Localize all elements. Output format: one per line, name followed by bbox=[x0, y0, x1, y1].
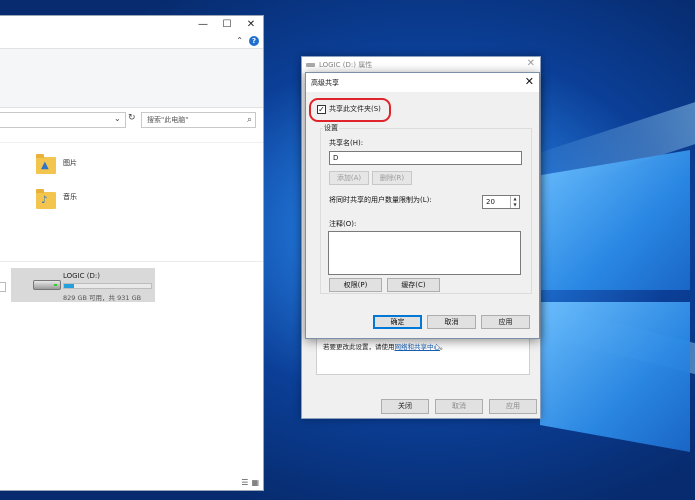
spin-down-icon[interactable]: ▼ bbox=[511, 202, 519, 208]
share-name-label: 共享名(H): bbox=[329, 139, 364, 147]
refresh-icon[interactable]: ↻ bbox=[128, 113, 136, 123]
spinner-buttons: ▲ ▼ bbox=[510, 196, 519, 208]
minimize-button[interactable]: — bbox=[191, 19, 215, 30]
user-limit-spinner[interactable]: 20 ▲ ▼ bbox=[482, 195, 520, 209]
drive-tile-logic[interactable]: LOGIC (D:) 829 GB 可用，共 931 GB bbox=[11, 268, 155, 302]
file-explorer-window: — ☐ ✕ ⌃ ? ⌄ ↻ 搜索"此电脑" ⌕ ▲ 图片 ♪ 音乐 LOGIC … bbox=[0, 15, 264, 491]
search-input[interactable]: 搜索"此电脑" ⌕ bbox=[141, 112, 256, 128]
hint-suffix: 。 bbox=[440, 343, 447, 351]
cancel-button[interactable]: 取消 bbox=[427, 315, 476, 329]
hard-drive-icon bbox=[33, 280, 61, 290]
close-icon[interactable]: ✕ bbox=[527, 58, 535, 69]
chevron-up-icon[interactable]: ⌃ bbox=[236, 36, 243, 45]
ok-button[interactable]: 确定 bbox=[373, 315, 422, 329]
tiles-view-icon[interactable]: ▦ bbox=[251, 478, 259, 487]
address-bar[interactable]: ⌄ bbox=[0, 112, 126, 128]
section-divider bbox=[0, 261, 263, 262]
settings-group-label: 设置 bbox=[323, 123, 339, 133]
add-button[interactable]: 添加(A) bbox=[329, 171, 369, 185]
apply-button[interactable]: 应用 bbox=[481, 315, 530, 329]
user-limit-value[interactable]: 20 bbox=[486, 196, 495, 208]
comment-field[interactable] bbox=[328, 231, 521, 275]
permissions-button[interactable]: 权限(P) bbox=[329, 278, 382, 292]
share-folder-checkbox-row[interactable]: ✓ 共享此文件夹(S) bbox=[317, 104, 381, 114]
drive-free-space: 829 GB 可用，共 931 GB bbox=[63, 294, 142, 302]
advanced-sharing-dialog: 高级共享 ✕ ✓ 共享此文件夹(S) 设置 共享名(H): D 添加(A) 删除… bbox=[305, 72, 540, 339]
explorer-titlebar: — ☐ ✕ bbox=[0, 16, 263, 33]
share-name-field[interactable]: D bbox=[329, 151, 522, 165]
properties-title: LOGIC (D:) 属性 bbox=[319, 61, 373, 69]
logo-pane bbox=[540, 150, 690, 290]
comment-label: 注释(O): bbox=[329, 220, 357, 228]
drive-icon bbox=[306, 63, 315, 67]
search-placeholder: 搜索"此电脑" bbox=[147, 116, 189, 124]
music-glyph: ♪ bbox=[41, 195, 48, 206]
help-icon[interactable]: ? bbox=[249, 35, 259, 46]
drive-led bbox=[54, 284, 57, 286]
drive-name: LOGIC (D:) bbox=[63, 272, 100, 280]
share-folder-label[interactable]: 共享此文件夹(S) bbox=[329, 104, 381, 114]
remove-button[interactable]: 删除(R) bbox=[372, 171, 412, 185]
share-folder-checkbox[interactable]: ✓ bbox=[317, 104, 326, 114]
close-button[interactable]: ✕ bbox=[239, 19, 263, 30]
address-row: ⌄ ↻ 搜索"此电脑" ⌕ bbox=[0, 112, 263, 128]
ribbon bbox=[0, 48, 263, 108]
network-hint: 若要更改此设置，请使用网络和共享中心。 bbox=[323, 341, 447, 351]
chevron-down-icon[interactable]: ⌄ bbox=[114, 114, 121, 123]
drive-usage-fill bbox=[64, 284, 74, 288]
music-folder-icon[interactable]: ♪ bbox=[36, 189, 56, 209]
apply-button[interactable]: 应用 bbox=[489, 399, 537, 414]
drive-usage-bar bbox=[63, 283, 152, 289]
cancel-button[interactable]: 取消 bbox=[435, 399, 483, 414]
maximize-button[interactable]: ☐ bbox=[215, 19, 239, 30]
drive-checkbox[interactable] bbox=[0, 282, 6, 292]
search-icon[interactable]: ⌕ bbox=[247, 113, 252, 127]
view-switcher: ☰ ▦ bbox=[241, 478, 259, 487]
hint-prefix: 若要更改此设置，请使用 bbox=[323, 343, 395, 351]
ribbon-controls: ⌃ ? bbox=[0, 33, 263, 48]
caching-button[interactable]: 缓存(C) bbox=[387, 278, 440, 292]
advanced-sharing-titlebar: 高级共享 bbox=[306, 73, 539, 92]
dialog-title: 高级共享 bbox=[311, 78, 339, 87]
logo-pane bbox=[540, 302, 690, 452]
pictures-folder-icon[interactable]: ▲ bbox=[36, 154, 56, 174]
pictures-glyph: ▲ bbox=[41, 160, 49, 171]
details-view-icon[interactable]: ☰ bbox=[241, 478, 248, 487]
user-limit-label: 将同时共享的用户数量限制为(L): bbox=[329, 196, 432, 204]
properties-titlebar: LOGIC (D:) 属性 bbox=[302, 57, 540, 73]
folder-label-pictures[interactable]: 图片 bbox=[63, 158, 77, 168]
network-sharing-center-link[interactable]: 网络和共享中心 bbox=[395, 343, 441, 351]
folder-label-music[interactable]: 音乐 bbox=[63, 192, 77, 202]
explorer-content: ▲ 图片 ♪ 音乐 bbox=[0, 142, 263, 490]
close-dialog-button[interactable]: 关闭 bbox=[381, 399, 429, 414]
close-icon[interactable]: ✕ bbox=[525, 75, 534, 88]
